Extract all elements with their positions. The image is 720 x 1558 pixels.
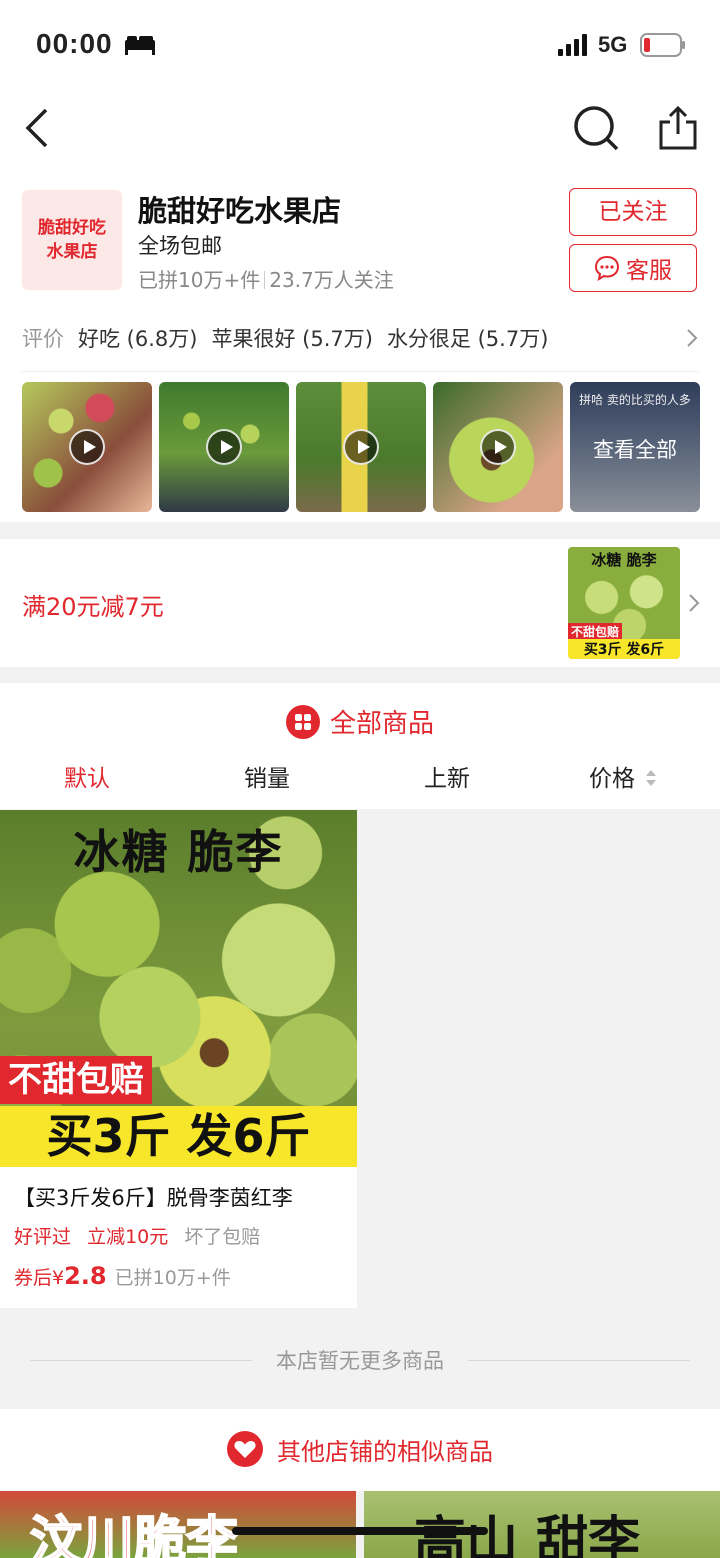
- video-thumb[interactable]: [22, 382, 152, 512]
- divider: [22, 371, 698, 372]
- status-bar: 00:00 5G: [0, 0, 720, 92]
- battery-icon: [640, 33, 685, 57]
- video-thumb[interactable]: [296, 382, 426, 512]
- heart-icon: [227, 1431, 263, 1467]
- sleep-mode-icon: [125, 36, 155, 55]
- service-label: 客服: [626, 258, 672, 284]
- all-products-label: 全部商品: [329, 709, 434, 739]
- view-all-caption: 拼哈 卖的比买的人多: [579, 393, 691, 407]
- recommend-card[interactable]: 高山 甜李: [364, 1491, 720, 1558]
- similar-label: 其他店铺的相似商品: [277, 1437, 493, 1466]
- no-more-products: 本店暂无更多商品: [0, 1340, 720, 1380]
- similar-title: 其他店铺的相似商品: [0, 1431, 720, 1467]
- chevron-right-icon[interactable]: [686, 328, 698, 348]
- shop-followers: 23.7万人关注: [269, 268, 394, 292]
- coupon-thumb-tag2: 买3斤 发6斤: [568, 639, 680, 659]
- product-sold: 已拼10万+件: [114, 1267, 231, 1289]
- shop-subtitle: 全场包邮: [138, 234, 222, 258]
- tag-guarantee: 坏了包赔: [184, 1226, 261, 1248]
- shop-name[interactable]: 脆甜好吃水果店: [138, 188, 341, 230]
- grid-icon: [285, 704, 320, 739]
- product-image[interactable]: 冰糖 脆李 不甜包赔 买3斤 发6斤: [0, 810, 357, 1167]
- sort-sales[interactable]: 销量: [244, 759, 290, 793]
- review-tag[interactable]: 水分很足 (5.7万): [387, 323, 548, 353]
- product-title[interactable]: 【买3斤发6斤】脱骨李茵红李: [14, 1182, 293, 1212]
- coupon-thumb-tag1: 不甜包赔: [568, 623, 623, 640]
- chat-icon: [594, 255, 620, 281]
- stats-divider: [264, 271, 266, 289]
- product-tags: 好评过 立减10元 坏了包赔: [14, 1222, 260, 1249]
- product-price: 券后¥2.8 已拼10万+件: [14, 1262, 231, 1290]
- recommend-title: 汶川脆李: [29, 1511, 239, 1558]
- play-icon: [206, 429, 242, 465]
- review-label: 评价: [22, 327, 64, 351]
- sort-new[interactable]: 上新: [424, 759, 470, 793]
- tag-good-review: 好评过: [14, 1226, 72, 1248]
- review-tag[interactable]: 苹果很好 (5.7万): [211, 323, 372, 353]
- tag-discount: 立减10元: [87, 1226, 169, 1248]
- recommend-card[interactable]: 汶川脆李: [0, 1491, 356, 1558]
- review-tag[interactable]: 好吃 (6.8万): [78, 323, 197, 353]
- divider: [30, 1359, 252, 1361]
- price-currency: ¥: [52, 1267, 65, 1289]
- sort-price[interactable]: 价格: [589, 759, 635, 793]
- signal-icon: [558, 34, 587, 56]
- video-thumb[interactable]: [159, 382, 289, 512]
- shop-logo-line1: 脆甜好吃: [38, 218, 106, 238]
- coupon-text: 满20元减7元: [22, 593, 164, 621]
- share-icon[interactable]: [658, 104, 698, 152]
- product-card[interactable]: 冰糖 脆李 不甜包赔 买3斤 发6斤 【买3斤发6斤】脱骨李茵红李 好评过 立减…: [0, 810, 357, 1308]
- shop-sold: 已拼10万+件: [138, 268, 261, 292]
- chevron-right-icon: [689, 594, 700, 612]
- shop-logo[interactable]: 脆甜好吃 水果店: [22, 190, 122, 290]
- product-img-tag2: 买3斤 发6斤: [0, 1106, 357, 1167]
- network-type: 5G: [598, 32, 628, 57]
- price-value: 2.8: [64, 1262, 107, 1290]
- coupon-banner[interactable]: 满20元减7元 冰糖 脆李 不甜包赔 买3斤 发6斤: [0, 539, 720, 667]
- sort-arrows-icon: [646, 770, 656, 786]
- follow-button[interactable]: 已关注: [569, 188, 697, 236]
- search-icon[interactable]: [572, 104, 620, 152]
- similar-products-header: 其他店铺的相似商品: [0, 1409, 720, 1491]
- back-icon[interactable]: [20, 106, 54, 150]
- view-all-label: 查看全部: [593, 438, 677, 462]
- price-prefix: 券后: [14, 1267, 53, 1289]
- all-products-title: 全部商品: [0, 703, 720, 740]
- divider: [468, 1359, 690, 1361]
- product-img-title: 冰糖 脆李: [73, 825, 284, 879]
- product-img-tag1: 不甜包赔: [0, 1056, 152, 1104]
- shop-stats: 已拼10万+件 23.7万人关注: [138, 264, 394, 293]
- play-icon: [343, 429, 379, 465]
- review-tags[interactable]: 评价 好吃 (6.8万) 苹果很好 (5.7万) 水分很足 (5.7万): [22, 318, 702, 358]
- status-time: 00:00: [36, 28, 113, 59]
- no-more-text: 本店暂无更多商品: [276, 1349, 444, 1373]
- play-icon: [480, 429, 516, 465]
- video-thumb[interactable]: [433, 382, 563, 512]
- coupon-thumbnail: 冰糖 脆李 不甜包赔 买3斤 发6斤: [568, 547, 680, 659]
- view-all-videos[interactable]: 拼哈 卖的比买的人多 查看全部: [570, 382, 700, 512]
- home-indicator[interactable]: [232, 1527, 488, 1535]
- customer-service-button[interactable]: 客服: [569, 244, 697, 292]
- shop-logo-line2: 水果店: [46, 242, 98, 262]
- top-nav: [0, 92, 720, 168]
- all-products-section: 全部商品 默认 销量 上新 价格: [0, 683, 720, 809]
- shop-header: 脆甜好吃 水果店 脆甜好吃水果店 全场包邮 已拼10万+件 23.7万人关注 已关…: [0, 168, 720, 522]
- sort-bar: 默认 销量 上新 价格: [0, 759, 720, 799]
- sort-default[interactable]: 默认: [64, 759, 110, 793]
- play-icon: [69, 429, 105, 465]
- video-strip: 拼哈 卖的比买的人多 查看全部: [22, 382, 700, 512]
- coupon-thumb-title: 冰糖 脆李: [591, 551, 657, 569]
